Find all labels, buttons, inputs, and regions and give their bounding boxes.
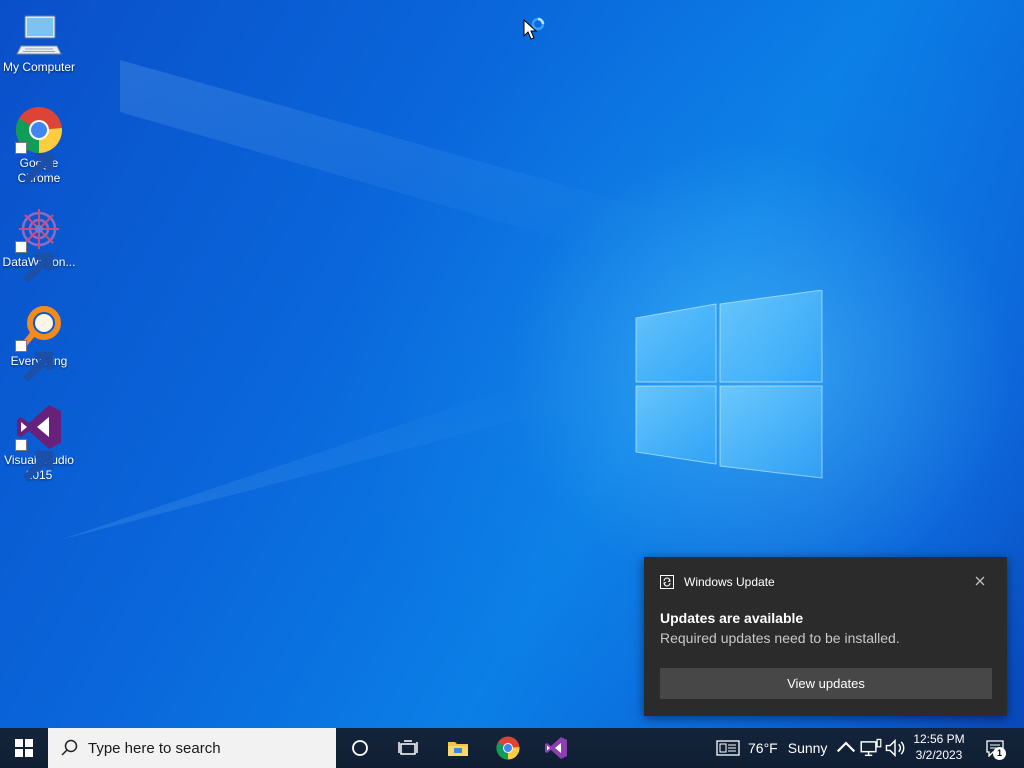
windows-start-icon: [15, 739, 33, 757]
desktop-icon-visual-studio[interactable]: Visual Studio 2015: [0, 403, 78, 483]
visual-studio-icon: [545, 737, 567, 759]
volume-button[interactable]: [884, 728, 906, 768]
chrome-taskbar-button[interactable]: [484, 728, 532, 768]
shortcut-arrow-icon: [15, 241, 54, 283]
clock-time: 12:56 PM: [913, 732, 965, 746]
clock-date: 3/2/2023: [915, 748, 963, 762]
weather-widget[interactable]: 76°F Sunny: [716, 728, 827, 768]
notification-count-badge: 1: [993, 747, 1006, 760]
start-button[interactable]: [0, 728, 48, 768]
desktop-icon-my-computer[interactable]: My Computer: [0, 10, 78, 75]
clock[interactable]: 12:56 PM 3/2/2023: [906, 731, 972, 763]
toast-app-name: Windows Update: [684, 575, 775, 589]
shortcut-arrow-icon: [15, 439, 54, 481]
desktop-icon-google-chrome[interactable]: Google Chrome: [0, 106, 78, 186]
shortcut-arrow-icon: [15, 142, 54, 184]
file-explorer-button[interactable]: [434, 728, 482, 768]
task-view-button[interactable]: [384, 728, 432, 768]
speaker-icon: [885, 738, 905, 758]
taskbar: Type here to search 76°F Sunny 12:56 PM …: [0, 728, 1024, 768]
toast-header: Windows Update: [660, 575, 775, 589]
taskbar-search-box[interactable]: Type here to search: [48, 728, 336, 768]
datawagon-icon: [15, 205, 63, 283]
action-center-button[interactable]: 1: [980, 728, 1010, 768]
network-button[interactable]: [860, 728, 882, 768]
cortana-icon: [352, 740, 368, 756]
weather-temperature: 76°F: [748, 740, 778, 756]
toast-body: Required updates need to be installed.: [660, 630, 900, 646]
light-beam-lower: [60, 324, 700, 540]
update-sync-icon: [660, 575, 674, 589]
desktop-icon-datawagon[interactable]: DataWagon...: [0, 205, 78, 283]
weather-condition: Sunny: [787, 740, 828, 756]
show-hidden-icons-button[interactable]: [836, 728, 856, 768]
network-icon: [860, 738, 882, 757]
desktop-icon-everything[interactable]: Everything: [0, 304, 78, 382]
windows-update-notification[interactable]: Windows Update Updates are available Req…: [644, 557, 1007, 716]
close-icon[interactable]: [973, 574, 987, 588]
everything-icon: [15, 304, 63, 382]
shortcut-arrow-icon: [15, 340, 54, 382]
visual-studio-taskbar-button[interactable]: [532, 728, 580, 768]
search-icon: [61, 739, 78, 756]
chrome-icon: [15, 106, 63, 184]
cortana-button[interactable]: [336, 728, 384, 768]
chevron-up-icon: [836, 741, 856, 753]
file-explorer-icon: [448, 742, 468, 756]
mouse-cursor-busy-icon: [522, 16, 550, 44]
view-updates-button[interactable]: View updates: [660, 668, 992, 699]
desktop-icon-label: My Computer: [2, 60, 76, 74]
light-beam-upper: [120, 60, 840, 320]
visual-studio-icon: [15, 403, 63, 481]
toast-title: Updates are available: [660, 610, 804, 626]
chrome-icon: [496, 736, 520, 760]
windows-logo-wallpaper: [634, 289, 824, 480]
news-weather-icon: [716, 740, 740, 756]
task-view-icon: [398, 740, 418, 755]
computer-icon: [15, 10, 63, 58]
search-placeholder: Type here to search: [88, 739, 221, 757]
